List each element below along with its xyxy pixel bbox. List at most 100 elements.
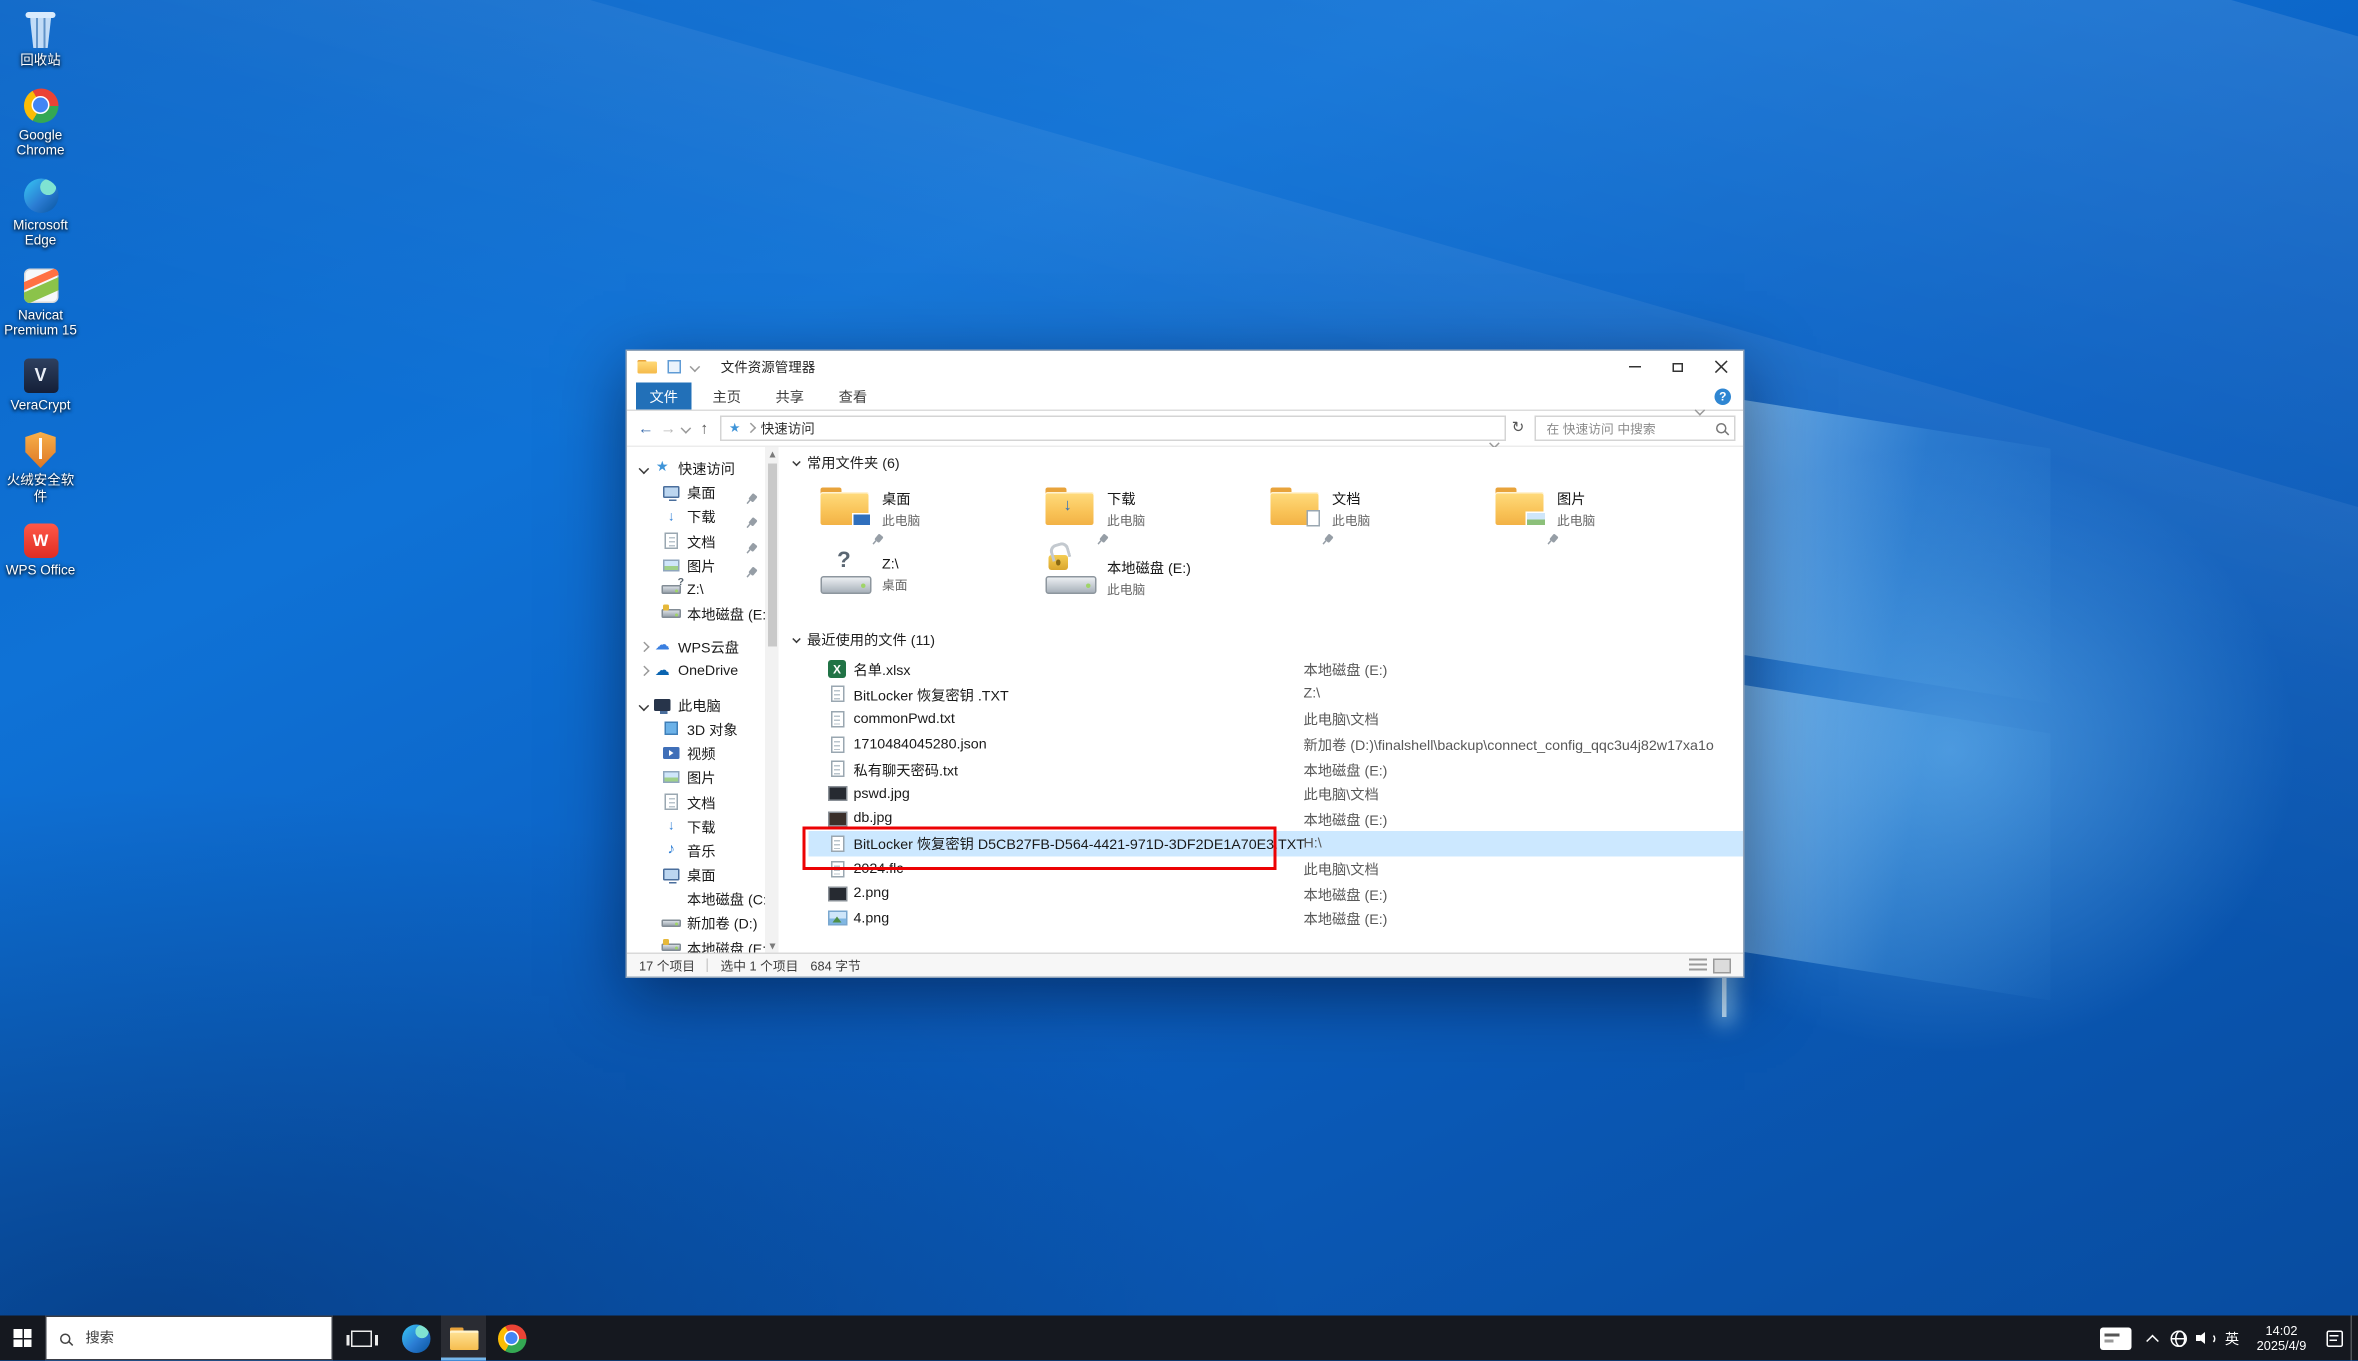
file-row[interactable]: X 名单.xlsx 本地磁盘 (E:) xyxy=(809,657,1744,682)
chevron-down-icon[interactable] xyxy=(636,701,651,708)
recent-locations-dropdown[interactable] xyxy=(680,425,694,432)
sidebar-item-documents-pc[interactable]: 文档 xyxy=(627,790,765,814)
up-button[interactable]: ↑ xyxy=(693,419,716,437)
task-view-button[interactable] xyxy=(339,1316,384,1361)
desktop-icon-google-chrome[interactable]: Google Chrome xyxy=(2,88,80,159)
minimize-button[interactable] xyxy=(1613,351,1657,383)
file-row[interactable]: BitLocker 恢复密钥 .TXT Z:\ xyxy=(809,682,1744,707)
scroll-down-arrow-icon[interactable] xyxy=(765,939,779,953)
drive-tile-z[interactable]: ? Z:\ 桌面 xyxy=(809,551,1034,620)
sidebar-item-new-volume-d[interactable]: 新加卷 (D:) xyxy=(627,911,765,935)
qat-customize-chevron-icon[interactable] xyxy=(690,362,700,372)
sidebar-item-local-disk-e-pc[interactable]: 本地磁盘 (E:) xyxy=(627,935,765,952)
thumbnail-view-icon[interactable] xyxy=(1713,958,1731,973)
folder-tile-downloads[interactable]: ↓ 下载 此电脑 xyxy=(1034,482,1259,551)
huorong-shield-icon xyxy=(24,432,57,468)
sidebar-item-pictures[interactable]: 图片 xyxy=(627,553,765,577)
show-desktop-button[interactable] xyxy=(2351,1316,2358,1361)
desktop-icon-veracrypt[interactable]: V VeraCrypt xyxy=(2,358,80,413)
taskbar-chrome-button[interactable] xyxy=(489,1316,534,1361)
documents-icon xyxy=(660,533,683,550)
downloads-icon: ↓ xyxy=(660,819,683,833)
music-icon: ♪ xyxy=(660,843,683,858)
file-row[interactable]: 私有聊天密码.txt 本地磁盘 (E:) xyxy=(809,757,1744,782)
close-button[interactable] xyxy=(1700,351,1744,383)
sidebar-item-downloads-pc[interactable]: ↓ 下载 xyxy=(627,814,765,838)
maximize-button[interactable] xyxy=(1656,351,1700,383)
sidebar-item-this-pc[interactable]: 此电脑 xyxy=(627,693,765,717)
sidebar-item-desktop[interactable]: 桌面 xyxy=(627,480,765,504)
forward-button[interactable]: → xyxy=(657,419,680,437)
chevron-down-icon[interactable] xyxy=(636,465,651,472)
section-header-recent[interactable]: 最近使用的文件 (11) xyxy=(794,629,936,650)
sidebar-item-quick-access[interactable]: ★ 快速访问 xyxy=(627,456,765,480)
tab-view[interactable]: 查看 xyxy=(825,383,881,410)
sidebar-item-wps-cloud[interactable]: ☁ WPS云盘 xyxy=(627,635,765,659)
taskbar-search-box[interactable] xyxy=(45,1316,333,1361)
file-row[interactable]: pswd.jpg 此电脑\文档 xyxy=(809,781,1744,806)
breadcrumb[interactable]: 快速访问 xyxy=(761,419,815,439)
desktop-icon-microsoft-edge[interactable]: Microsoft Edge xyxy=(2,178,80,249)
section-header-frequent[interactable]: 常用文件夹 (6) xyxy=(794,452,900,473)
volume-button[interactable] xyxy=(2192,1316,2219,1361)
sidebar-item-documents[interactable]: 文档 xyxy=(627,529,765,553)
address-bar[interactable]: ★ 快速访问 xyxy=(720,416,1506,442)
desktop-icon-huorong[interactable]: 火绒安全软件 xyxy=(2,432,80,504)
sidebar-item-drive-z[interactable]: ? Z:\ xyxy=(627,577,765,601)
chevron-right-icon[interactable] xyxy=(636,668,651,675)
desktop-icon-recycle-bin[interactable]: 回收站 xyxy=(2,12,80,68)
taskbar-explorer-button[interactable] xyxy=(441,1316,486,1361)
sidebar-item-onedrive[interactable]: ☁ OneDrive xyxy=(627,659,765,683)
folder-tile-desktop[interactable]: 桌面 此电脑 xyxy=(809,482,1034,551)
refresh-button[interactable]: ↻ xyxy=(1506,420,1530,437)
sidebar-item-3d-objects[interactable]: 3D 对象 xyxy=(627,717,765,741)
hidden-icons-button[interactable] xyxy=(2139,1316,2166,1361)
tab-share[interactable]: 共享 xyxy=(762,383,818,410)
desktop-icon-navicat[interactable]: Navicat Premium 15 xyxy=(2,268,80,339)
qat-properties-icon[interactable] xyxy=(668,360,682,374)
sidebar-item-music[interactable]: ♪ 音乐 xyxy=(627,838,765,862)
ime-language-button[interactable]: 英 xyxy=(2219,1316,2246,1361)
chevron-down-icon xyxy=(1489,437,1499,447)
tab-file[interactable]: 文件 xyxy=(636,383,692,410)
search-input[interactable] xyxy=(1544,419,1717,437)
sidebar-item-desktop-pc[interactable]: 桌面 xyxy=(627,863,765,887)
drive-tile-e[interactable]: 本地磁盘 (E:) 此电脑 xyxy=(1034,551,1259,620)
action-center-button[interactable] xyxy=(2318,1316,2351,1361)
file-row[interactable]: commonPwd.txt 此电脑\文档 xyxy=(809,707,1744,732)
ime-panel-button[interactable] xyxy=(2091,1316,2139,1361)
tray-date: 2025/4/9 xyxy=(2257,1338,2307,1353)
taskbar-edge-button[interactable] xyxy=(393,1316,438,1361)
search-box[interactable] xyxy=(1535,416,1736,442)
details-view-icon[interactable] xyxy=(1689,958,1707,973)
network-button[interactable] xyxy=(2166,1316,2192,1361)
scrollbar-thumb[interactable] xyxy=(767,464,776,647)
file-row[interactable]: 1710484045280.json 新加卷 (D:)\finalshell\b… xyxy=(809,732,1744,757)
start-button[interactable] xyxy=(0,1316,45,1361)
chevron-right-icon[interactable] xyxy=(636,644,651,651)
sidebar-item-local-disk-c[interactable]: 本地磁盘 (C:) xyxy=(627,887,765,911)
file-row[interactable]: 2.png 本地磁盘 (E:) xyxy=(809,881,1744,906)
clock-button[interactable]: 14:02 2025/4/9 xyxy=(2246,1316,2318,1361)
videos-icon xyxy=(660,747,683,759)
taskbar-search-input[interactable] xyxy=(83,1328,319,1348)
question-mark-icon: ? xyxy=(837,549,851,572)
desktop-icon-wps-office[interactable]: W WPS Office xyxy=(2,524,80,579)
sidebar-scrollbar[interactable] xyxy=(765,447,779,953)
scroll-up-arrow-icon[interactable] xyxy=(765,447,779,461)
ribbon-collapse-button[interactable] xyxy=(1696,393,1703,420)
image-file-icon xyxy=(827,911,847,926)
search-icon xyxy=(60,1333,71,1344)
sidebar-item-pictures-pc[interactable]: 图片 xyxy=(627,765,765,789)
sidebar-item-local-disk-e[interactable]: 本地磁盘 (E:) xyxy=(627,602,765,626)
folder-tile-pictures[interactable]: 图片 此电脑 xyxy=(1484,482,1709,551)
help-button[interactable]: ? xyxy=(1715,389,1732,406)
folder-tile-documents[interactable]: 文档 此电脑 xyxy=(1259,482,1484,551)
sidebar-item-videos[interactable]: 视频 xyxy=(627,741,765,765)
veracrypt-icon: V xyxy=(23,358,58,393)
sidebar-item-downloads[interactable]: ↓ 下载 xyxy=(627,505,765,529)
file-row[interactable]: 4.png 本地磁盘 (E:) xyxy=(809,906,1744,931)
tab-home[interactable]: 主页 xyxy=(699,383,755,410)
selection-size: 684 字节 xyxy=(810,956,860,974)
back-button[interactable]: ← xyxy=(635,419,658,437)
